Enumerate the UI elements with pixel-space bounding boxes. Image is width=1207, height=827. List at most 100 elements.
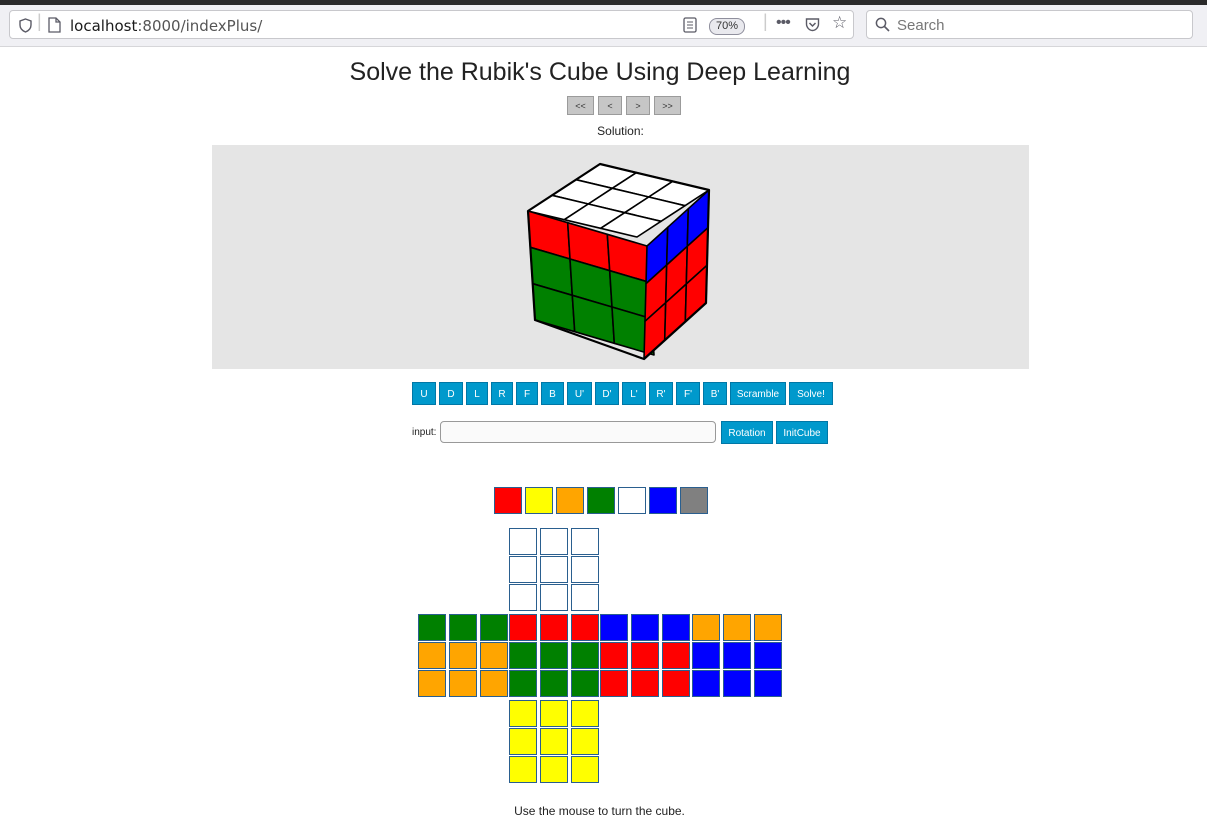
net-sticker[interactable] [631, 614, 659, 641]
cube-3d-render[interactable] [212, 145, 1029, 369]
page-icon[interactable] [48, 17, 61, 35]
net-sticker[interactable] [600, 614, 628, 641]
net-sticker[interactable] [509, 556, 537, 583]
net-sticker[interactable] [692, 614, 720, 641]
net-sticker[interactable] [540, 700, 568, 727]
reader-view-icon[interactable] [683, 17, 697, 35]
net-sticker[interactable] [571, 584, 599, 611]
net-sticker[interactable] [540, 756, 568, 783]
palette-swatch[interactable] [525, 487, 553, 514]
net-sticker[interactable] [509, 728, 537, 755]
net-sticker[interactable] [540, 670, 568, 697]
net-sticker[interactable] [418, 614, 446, 641]
palette-swatch[interactable] [494, 487, 522, 514]
zoom-level-badge[interactable]: 70% [709, 18, 746, 35]
nav-first-button[interactable]: << [567, 96, 594, 115]
net-sticker[interactable] [631, 670, 659, 697]
search-icon [875, 17, 890, 34]
net-sticker[interactable] [571, 614, 599, 641]
more-actions-icon[interactable]: ••• [776, 15, 791, 31]
net-sticker[interactable] [571, 670, 599, 697]
net-sticker[interactable] [449, 642, 477, 669]
nav-last-button[interactable]: >> [654, 96, 681, 115]
net-sticker[interactable] [480, 670, 508, 697]
net-sticker[interactable] [754, 670, 782, 697]
net-sticker[interactable] [723, 614, 751, 641]
net-sticker[interactable] [540, 556, 568, 583]
net-sticker[interactable] [723, 670, 751, 697]
net-sticker[interactable] [571, 700, 599, 727]
url-divider: | [37, 11, 42, 31]
net-sticker[interactable] [571, 556, 599, 583]
net-sticker[interactable] [509, 642, 537, 669]
net-sticker[interactable] [480, 642, 508, 669]
net-sticker[interactable] [418, 642, 446, 669]
net-sticker[interactable] [571, 728, 599, 755]
move-b-prime-button[interactable]: B' [703, 382, 727, 405]
move-r-button[interactable]: R [491, 382, 513, 405]
net-sticker[interactable] [480, 614, 508, 641]
palette-swatch[interactable] [556, 487, 584, 514]
url-bar[interactable]: | localhost:8000/indexPlus/ 70% | ••• ☆ [9, 10, 854, 39]
palette-swatch[interactable] [680, 487, 708, 514]
solve-button[interactable]: Solve! [789, 382, 833, 405]
net-sticker[interactable] [754, 614, 782, 641]
palette-swatch[interactable] [618, 487, 646, 514]
net-sticker[interactable] [509, 700, 537, 727]
net-sticker[interactable] [600, 670, 628, 697]
cube-3d-viewport[interactable] [212, 145, 1029, 369]
net-sticker[interactable] [600, 642, 628, 669]
search-bar[interactable]: Search [866, 10, 1193, 39]
net-sticker[interactable] [509, 584, 537, 611]
net-sticker[interactable] [418, 670, 446, 697]
net-face-back [692, 614, 782, 697]
move-r-prime-button[interactable]: R' [649, 382, 673, 405]
net-sticker[interactable] [571, 756, 599, 783]
browser-toolbar: | localhost:8000/indexPlus/ 70% | ••• ☆ … [0, 5, 1207, 47]
solution-nav: << < > >> [567, 96, 681, 115]
net-sticker[interactable] [540, 528, 568, 555]
move-l-button[interactable]: L [466, 382, 488, 405]
net-sticker[interactable] [540, 614, 568, 641]
net-sticker[interactable] [509, 528, 537, 555]
move-f-prime-button[interactable]: F' [676, 382, 700, 405]
move-u-prime-button[interactable]: U' [567, 382, 592, 405]
net-sticker[interactable] [540, 728, 568, 755]
net-sticker[interactable] [692, 642, 720, 669]
net-sticker[interactable] [571, 642, 599, 669]
nav-next-button[interactable]: > [626, 96, 650, 115]
net-sticker[interactable] [509, 756, 537, 783]
move-d-prime-button[interactable]: D' [595, 382, 619, 405]
net-sticker[interactable] [662, 614, 690, 641]
initcube-button[interactable]: InitCube [776, 421, 828, 444]
net-sticker[interactable] [509, 670, 537, 697]
net-sticker[interactable] [509, 614, 537, 641]
pocket-icon[interactable] [805, 17, 820, 34]
net-sticker[interactable] [540, 642, 568, 669]
bookmark-star-icon[interactable]: ☆ [832, 14, 847, 31]
rotation-button[interactable]: Rotation [721, 421, 773, 444]
net-sticker[interactable] [692, 670, 720, 697]
move-l-prime-button[interactable]: L' [622, 382, 646, 405]
palette-swatch[interactable] [587, 487, 615, 514]
move-b-button[interactable]: B [541, 382, 564, 405]
scramble-button[interactable]: Scramble [730, 382, 786, 405]
net-sticker[interactable] [662, 670, 690, 697]
move-input-field[interactable] [440, 421, 716, 443]
move-u-button[interactable]: U [412, 382, 436, 405]
net-sticker[interactable] [449, 670, 477, 697]
net-sticker[interactable] [754, 642, 782, 669]
net-sticker[interactable] [631, 642, 659, 669]
url-text[interactable]: localhost:8000/indexPlus/ [70, 17, 262, 35]
input-label: input: [412, 427, 437, 438]
shield-icon[interactable] [19, 18, 32, 35]
move-f-button[interactable]: F [516, 382, 538, 405]
palette-swatch[interactable] [649, 487, 677, 514]
net-sticker[interactable] [571, 528, 599, 555]
net-sticker[interactable] [540, 584, 568, 611]
net-sticker[interactable] [723, 642, 751, 669]
net-sticker[interactable] [449, 614, 477, 641]
net-sticker[interactable] [662, 642, 690, 669]
nav-prev-button[interactable]: < [598, 96, 622, 115]
move-d-button[interactable]: D [439, 382, 463, 405]
